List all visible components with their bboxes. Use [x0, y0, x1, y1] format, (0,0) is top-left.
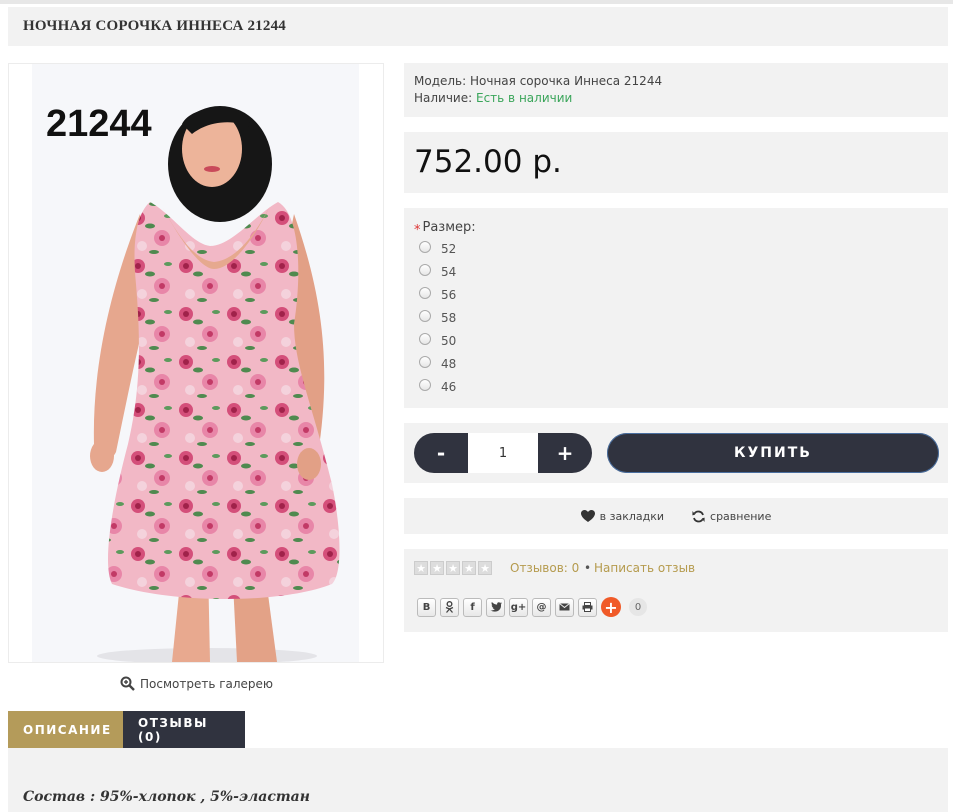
size-options-panel: * Размер: 52 54 56 58 50 48 46 [404, 208, 948, 408]
add-to-bookmarks-link[interactable]: в закладки [580, 509, 665, 523]
buy-button[interactable]: КУПИТЬ [607, 433, 939, 473]
product-title: НОЧНАЯ СОРОЧКА ИННЕСА 21244 [23, 18, 286, 34]
model-value: Ночная сорочка Иннеса 21244 [470, 74, 663, 88]
twitter-share-button[interactable] [486, 597, 505, 617]
size-option[interactable]: 46 [419, 379, 457, 394]
write-review-link[interactable]: Написать отзыв [594, 561, 695, 575]
reviews-count-link[interactable]: Отзывов: 0 [510, 561, 579, 575]
bookmark-label: в закладки [599, 509, 665, 523]
heart-icon [580, 509, 595, 522]
mail-share-button[interactable] [555, 597, 574, 617]
print-button[interactable] [578, 597, 597, 617]
rating-share-panel: ★ ★ ★ ★ ★ Отзывов: 0 • Написать отзыв В … [404, 549, 948, 632]
share-buttons: В f g+ @ + 0 [417, 597, 647, 617]
more-share-button[interactable]: + [601, 597, 621, 617]
product-info-panel: Модель: Ночная сорочка Иннеса 21244 Нали… [404, 63, 948, 117]
radio-button[interactable] [419, 264, 431, 276]
odnoklassniki-icon [445, 601, 454, 613]
image-badge: 21244 [46, 103, 152, 145]
google-plus-share-button[interactable]: g+ [509, 597, 528, 617]
radio-button[interactable] [419, 287, 431, 299]
zoom-icon [120, 676, 135, 691]
purchase-panel: - + КУПИТЬ [404, 423, 948, 483]
radio-button[interactable] [419, 356, 431, 368]
size-label-text: Размер: [422, 220, 476, 235]
rating-stars: ★ ★ ★ ★ ★ [414, 561, 492, 575]
size-option-label: 52 [441, 242, 457, 256]
share-count: 0 [629, 598, 647, 616]
size-label: * Размер: [414, 220, 476, 238]
radio-button[interactable] [419, 333, 431, 345]
price-panel: 752.00 р. [404, 132, 948, 193]
printer-icon [582, 602, 593, 612]
size-option[interactable]: 48 [419, 356, 457, 371]
odnoklassniki-share-button[interactable] [440, 597, 459, 617]
top-divider [0, 0, 953, 4]
star-icon: ★ [478, 561, 492, 575]
size-option[interactable]: 50 [419, 333, 457, 348]
quantity-decrease-button[interactable]: - [414, 433, 468, 473]
model-label: Модель: [414, 74, 467, 88]
view-gallery-label: Посмотреть галерею [140, 676, 274, 691]
availability-label: Наличие: [414, 91, 473, 105]
size-option-label: 58 [441, 311, 457, 325]
quantity-increase-button[interactable]: + [538, 433, 592, 473]
size-option[interactable]: 52 [419, 241, 457, 256]
radio-button[interactable] [419, 241, 431, 253]
size-option-label: 56 [441, 288, 457, 302]
envelope-icon [559, 603, 570, 611]
tab-reviews[interactable]: ОТЗЫВЫ (0) [123, 711, 245, 748]
availability-value: Есть в наличии [476, 91, 573, 105]
radio-button[interactable] [419, 310, 431, 322]
star-icon: ★ [446, 561, 460, 575]
size-option[interactable]: 54 [419, 264, 457, 279]
size-option-label: 50 [441, 334, 457, 348]
model-row: Модель: Ночная сорочка Иннеса 21244 [414, 73, 948, 90]
size-option-label: 48 [441, 357, 457, 371]
twitter-icon [490, 602, 502, 612]
vk-share-button[interactable]: В [417, 597, 436, 617]
description-panel: Состав : 95%-хлопок , 5%-эластан [8, 748, 948, 812]
product-title-bar: НОЧНАЯ СОРОЧКА ИННЕСА 21244 [8, 7, 948, 46]
email-share-button[interactable]: @ [532, 597, 551, 617]
size-option[interactable]: 56 [419, 287, 457, 302]
required-mark: * [414, 223, 421, 238]
compare-label: сравнение [710, 509, 772, 523]
separator-dot: • [584, 561, 592, 575]
radio-button[interactable] [419, 379, 431, 391]
size-option-label: 54 [441, 265, 457, 279]
product-price: 752.00 р. [414, 144, 562, 180]
compare-link[interactable]: сравнение [692, 510, 771, 523]
product-photo: 21244 [32, 64, 359, 662]
description-text: Состав : 95%-хлопок , 5%-эластан [23, 789, 310, 805]
quantity-input[interactable] [468, 433, 538, 473]
availability-row: Наличие: Есть в наличии [414, 90, 948, 107]
star-icon: ★ [414, 561, 428, 575]
size-option[interactable]: 58 [419, 310, 457, 325]
star-icon: ★ [462, 561, 476, 575]
product-image[interactable]: 21244 [8, 63, 384, 663]
view-gallery-link[interactable]: Посмотреть галерею [120, 676, 273, 691]
wishlist-compare-panel: в закладки сравнение [404, 498, 948, 534]
size-option-label: 46 [441, 380, 457, 394]
facebook-share-button[interactable]: f [463, 597, 482, 617]
tab-description[interactable]: ОПИСАНИЕ [8, 711, 123, 748]
product-tabs: ОПИСАНИЕ ОТЗЫВЫ (0) [8, 711, 245, 748]
star-icon: ★ [430, 561, 444, 575]
refresh-icon [692, 510, 705, 522]
